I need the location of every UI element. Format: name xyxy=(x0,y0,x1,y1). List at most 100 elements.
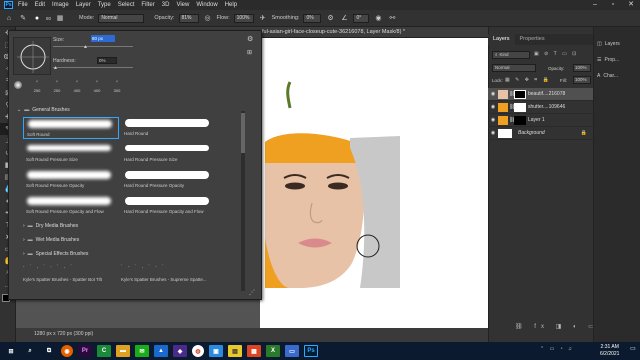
system-tray-icons[interactable]: ⌃ ▭ ◔ ♫ xyxy=(540,346,574,352)
layer-name[interactable]: Layer 1 xyxy=(528,117,545,123)
smoothing-field[interactable]: 0% xyxy=(303,13,322,23)
layer-name[interactable]: Background xyxy=(518,130,545,136)
layer-name[interactable]: beautif....216078 xyxy=(528,91,565,97)
eye-icon[interactable]: ◉ xyxy=(488,117,498,123)
menu-file[interactable]: File xyxy=(18,2,28,8)
menu-3d[interactable]: 3D xyxy=(162,2,170,8)
hardness-slider-handle[interactable]: ▲ xyxy=(53,65,58,71)
layer-name[interactable]: shutter....109646 xyxy=(528,104,565,110)
menu-image[interactable]: Image xyxy=(52,2,69,8)
collapsed-layers[interactable]: ◫ Layers xyxy=(597,41,637,47)
recent-brush-4[interactable]: ʻ 400 xyxy=(91,81,103,93)
brush-soft-round-pressure-size[interactable]: Soft Round Pressure Size xyxy=(23,143,119,165)
canvas[interactable] xyxy=(260,38,488,328)
resize-handle-icon[interactable]: ⋰ xyxy=(249,289,255,296)
menu-filter[interactable]: Filter xyxy=(141,2,154,8)
brush-hard-round-pressure-size[interactable]: Hard Round Pressure Size xyxy=(121,143,217,165)
windows-start-icon[interactable]: ⊞ xyxy=(4,345,18,357)
recent-brush-1[interactable]: ʻ 250 xyxy=(31,81,43,93)
layer-row-layer1[interactable]: ◉ ⛓ Layer 1 xyxy=(488,114,593,127)
add-preset-icon[interactable]: ⊞ xyxy=(247,49,252,56)
lock-icon[interactable]: 🔒 xyxy=(581,130,587,136)
menu-view[interactable]: View xyxy=(176,2,189,8)
menu-help[interactable]: Help xyxy=(225,2,237,8)
brush-preset-icon[interactable]: ● xyxy=(32,13,42,23)
kind-filter[interactable]: ⌕ Kind xyxy=(492,51,530,59)
search-icon[interactable]: ⌕ xyxy=(23,345,37,357)
folder-general-brushes[interactable]: ⌄ ▬ General Brushes xyxy=(17,107,70,113)
brush-soft-round[interactable]: Soft Round xyxy=(23,117,119,139)
eye-icon[interactable]: ◉ xyxy=(488,91,498,97)
recent-brush-3[interactable]: ʻ 400 xyxy=(71,81,83,93)
brush-list-scrollbar[interactable] xyxy=(241,111,245,291)
notes-icon[interactable]: ▤ xyxy=(228,345,242,357)
size-slider-handle[interactable]: ▲ xyxy=(83,44,88,50)
maximize-icon[interactable]: ▫ xyxy=(604,0,622,10)
eye-icon[interactable]: ◉ xyxy=(488,104,498,110)
brush-tool-icon[interactable]: ✎ xyxy=(18,13,28,23)
chrome-icon[interactable]: ◍ xyxy=(192,345,204,357)
calculator-icon[interactable]: ▦ xyxy=(247,345,261,357)
layer-row-beautiful[interactable]: ◉ ⛓ beautif....216078 xyxy=(488,88,593,101)
brush-hard-round-pressure-opacity-flow[interactable]: Hard Round Pressure Opacity and Flow xyxy=(121,195,217,217)
collapsed-properties[interactable]: ☰ Prop... xyxy=(597,57,637,63)
notification-icon[interactable]: ▭ xyxy=(630,345,636,352)
opacity-field[interactable]: 81% xyxy=(178,13,199,23)
fill-field[interactable]: 100% xyxy=(573,76,591,84)
menu-type[interactable]: Type xyxy=(98,2,111,8)
pressure-size-icon[interactable]: ◉ xyxy=(373,13,383,23)
mode-select[interactable]: Normal xyxy=(98,13,145,23)
menu-window[interactable]: Window xyxy=(196,2,217,8)
layer-mask-thumbnail[interactable] xyxy=(514,89,526,99)
brush-spatter-bot-tilt[interactable]: ⸱˙⸳˙⸱˙⸳˙ Kyle's Spatter Brushes - Spatte… xyxy=(23,263,119,285)
photos-icon[interactable]: ▣ xyxy=(209,345,223,357)
clock[interactable]: 2:31 AM 6/2/2021 xyxy=(600,344,619,358)
layer-mask-thumbnail[interactable] xyxy=(514,115,526,125)
folder-wet-media[interactable]: › ▬ Wet Media Brushes xyxy=(23,237,79,243)
eye-icon[interactable]: ◉ xyxy=(488,130,498,136)
hardness-slider[interactable] xyxy=(53,67,133,68)
minimize-icon[interactable]: – xyxy=(586,0,604,10)
gear-icon[interactable]: ⚙ xyxy=(247,35,253,43)
close-icon[interactable]: ✕ xyxy=(622,0,640,10)
recent-brush-2[interactable]: ʻ 250 xyxy=(51,81,63,93)
recorder-icon[interactable]: ◆ xyxy=(173,345,187,357)
symmetry-icon[interactable]: ⚯ xyxy=(387,13,397,23)
chat-icon[interactable]: ✉ xyxy=(135,345,149,357)
tab-properties[interactable]: Properties xyxy=(515,34,550,45)
airbrush-icon[interactable]: ✈ xyxy=(258,13,268,23)
layer-filter-icons[interactable]: ▣ ⊘ T ▭ ⊡ xyxy=(534,51,578,57)
layer-mask-thumbnail[interactable] xyxy=(514,102,526,112)
recent-brush-5[interactable]: ʻ 300 xyxy=(111,81,123,93)
excel-icon[interactable]: X xyxy=(266,345,280,357)
collapsed-character[interactable]: A Char... xyxy=(597,73,637,79)
flow-field[interactable]: 100% xyxy=(233,13,254,23)
tab-layers[interactable]: Layers xyxy=(488,34,515,45)
folder-dry-media[interactable]: › ▬ Dry Media Brushes xyxy=(23,223,78,229)
folder-special-effects[interactable]: › ▬ Special Effects Brushes xyxy=(23,251,88,257)
brush-angle-preview[interactable] xyxy=(13,37,51,75)
menu-select[interactable]: Select xyxy=(118,2,135,8)
scrollbar-thumb[interactable] xyxy=(241,113,245,153)
blend-mode-select[interactable]: Normal xyxy=(492,64,536,72)
layer-row-background[interactable]: ◉ Background 🔒 xyxy=(488,127,593,140)
explorer-icon[interactable]: ▭ xyxy=(285,345,299,357)
brush-settings-icon[interactable]: ▦ xyxy=(55,13,65,23)
brush-soft-round-pressure-opacity-flow[interactable]: Soft Round Pressure Opacity and Flow xyxy=(23,195,119,217)
recent-brush-0[interactable] xyxy=(13,81,23,89)
size-field[interactable]: 80 px xyxy=(91,35,115,42)
document-tab-title[interactable]: ful-asian-girl-face-closeup-cute-3621607… xyxy=(262,29,405,35)
brush-supreme-spatter[interactable]: ˙⸱˙⸳˙⸱˙ Kyle's Spatter Brushes - Supreme… xyxy=(121,263,217,285)
task-view-icon[interactable]: ⧉ xyxy=(42,345,56,357)
hardness-field[interactable]: 0% xyxy=(97,57,117,64)
brush-soft-round-pressure-opacity[interactable]: Soft Round Pressure Opacity xyxy=(23,169,119,191)
firefox-icon[interactable]: ◉ xyxy=(61,345,73,357)
smoothing-settings-icon[interactable]: ⚙ xyxy=(325,13,335,23)
photoshop-taskbar-icon[interactable]: Ps xyxy=(304,345,318,357)
pressure-opacity-icon[interactable]: ◎ xyxy=(203,13,213,23)
brush-hard-round-pressure-opacity[interactable]: Hard Round Pressure Opacity xyxy=(121,169,217,191)
store-icon[interactable]: ▲ xyxy=(154,345,168,357)
lock-icons[interactable]: ▦ ✎ ✥ ⌗ 🔒 xyxy=(505,77,551,83)
file-explorer-icon[interactable]: ▬ xyxy=(116,345,130,357)
premiere-icon[interactable]: Pr xyxy=(78,345,92,357)
